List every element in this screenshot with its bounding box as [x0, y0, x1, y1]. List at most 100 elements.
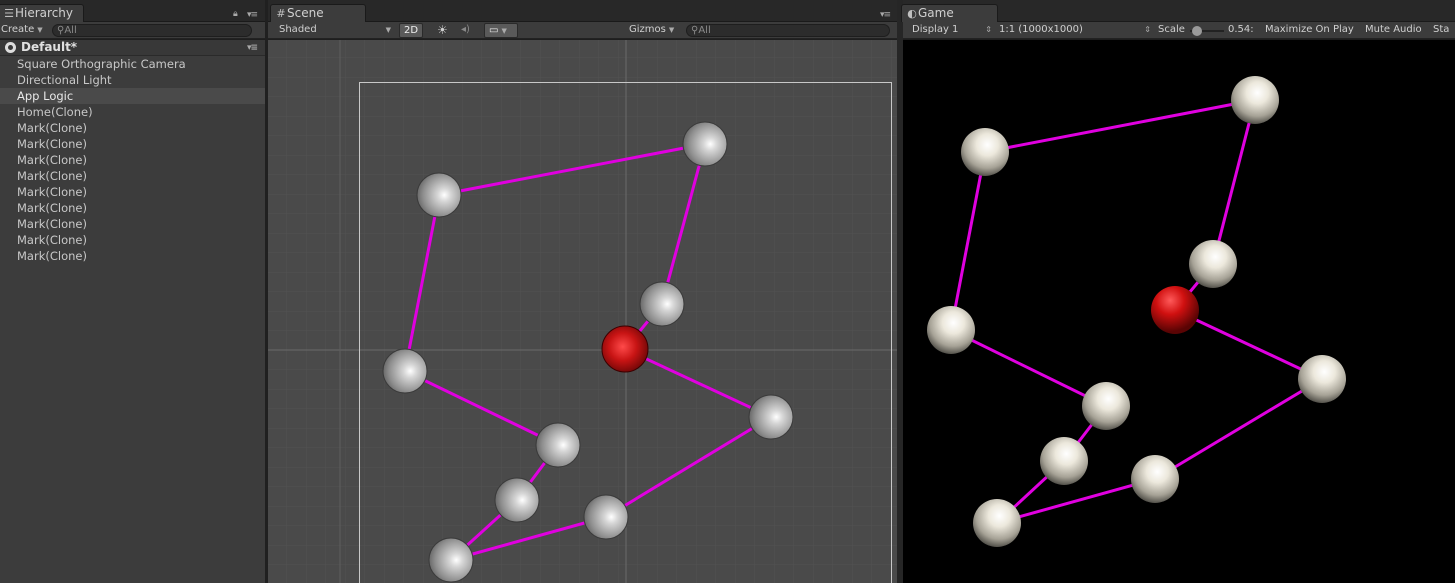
- scene-canvas[interactable]: [268, 40, 897, 583]
- create-label: Create: [1, 24, 35, 35]
- game-toolbar: Display 1 ⇕ 1:1 (1000x1000) ⇕ Scale 0.54: …: [903, 22, 1455, 39]
- dropdown-arrow-icon: ▼: [668, 26, 675, 34]
- path-segment: [950, 328, 1107, 408]
- path-segment: [1154, 377, 1323, 481]
- hierarchy-item[interactable]: Directional Light: [0, 72, 265, 88]
- hierarchy-tabbar: ☰Hierarchy 🔒︎ ▾≡: [0, 0, 265, 22]
- hierarchy-item[interactable]: Mark(Clone): [0, 200, 265, 216]
- path-segment: [1174, 308, 1323, 381]
- lighting-toggle-icon[interactable]: ☀: [437, 22, 448, 39]
- scale-slider[interactable]: [1190, 22, 1224, 39]
- dropdown-arrow-icon: ▼: [385, 26, 391, 34]
- mark-sphere[interactable]: [1189, 240, 1237, 288]
- create-dropdown[interactable]: Create ▼: [1, 22, 43, 39]
- hierarchy-item[interactable]: Mark(Clone): [0, 216, 265, 232]
- scene-row-default[interactable]: Default* ▾≡: [0, 40, 265, 56]
- panel-menu-icon[interactable]: ▾≡: [247, 10, 259, 20]
- scene-search-placeholder: All: [698, 25, 711, 36]
- maximize-on-play-toggle[interactable]: Maximize On Play: [1265, 22, 1354, 39]
- tab-hierarchy-label: Hierarchy: [15, 6, 74, 20]
- hierarchy-item[interactable]: Mark(Clone): [0, 248, 265, 264]
- display-dropdown[interactable]: Display 1 ⇕: [912, 22, 992, 39]
- mark-sphere[interactable]: [927, 306, 975, 354]
- hierarchy-item[interactable]: Home(Clone): [0, 104, 265, 120]
- resolution-dropdown[interactable]: 1:1 (1000x1000) ⇕: [999, 22, 1151, 39]
- hierarchy-toolbar: Create ▼ ⚲All: [0, 22, 265, 39]
- tab-hierarchy[interactable]: ☰Hierarchy: [0, 4, 84, 22]
- scene-panel-menu-icon[interactable]: ▾≡: [880, 10, 892, 20]
- mark-sphere[interactable]: [748, 394, 794, 440]
- dropdown-arrow-icon: ▼: [37, 26, 43, 34]
- hierarchy-item[interactable]: Mark(Clone): [0, 184, 265, 200]
- path-segment: [1211, 99, 1257, 265]
- mark-sphere[interactable]: [1298, 355, 1346, 403]
- hierarchy-item[interactable]: Mark(Clone): [0, 120, 265, 136]
- scene-search-input[interactable]: ⚲All: [686, 24, 890, 37]
- grid-icon: #: [276, 7, 286, 20]
- mark-sphere[interactable]: [382, 348, 428, 394]
- mark-sphere[interactable]: [973, 499, 1021, 547]
- hierarchy-search-input[interactable]: ⚲All: [52, 24, 252, 37]
- effects-toggle-icon[interactable]: ▭ ▼: [484, 23, 518, 38]
- scene-tabbar: #Scene ▾≡: [268, 0, 897, 22]
- tab-scene[interactable]: #Scene: [270, 4, 366, 22]
- gizmos-label: Gizmos: [629, 24, 666, 35]
- resolution-label: 1:1 (1000x1000): [999, 24, 1083, 35]
- hierarchy-item[interactable]: Mark(Clone): [0, 136, 265, 152]
- mark-sphere[interactable]: [1131, 455, 1179, 503]
- gizmos-dropdown[interactable]: Gizmos ▼: [629, 22, 674, 39]
- hierarchy-search-placeholder: All: [64, 25, 77, 36]
- scene-viewport[interactable]: [268, 40, 897, 583]
- hierarchy-item[interactable]: App Logic: [0, 88, 265, 104]
- hierarchy-list: Default* ▾≡ Square Orthographic Camera Di…: [0, 40, 265, 583]
- tab-game-label: Game: [918, 6, 954, 20]
- mark-sphere[interactable]: [535, 422, 581, 468]
- audio-toggle-icon[interactable]: ◂): [461, 22, 470, 39]
- hierarchy-item[interactable]: Mark(Clone): [0, 168, 265, 184]
- home-sphere[interactable]: [1151, 286, 1199, 334]
- pacman-icon: ◐: [907, 7, 917, 20]
- dropdown-arrow-icon: ▼: [501, 27, 507, 35]
- updown-arrow-icon: ⇕: [985, 25, 992, 34]
- mark-sphere[interactable]: [1231, 76, 1279, 124]
- path-segment: [949, 151, 987, 331]
- stats-toggle[interactable]: Sta: [1433, 22, 1449, 39]
- hierarchy-item[interactable]: Mark(Clone): [0, 152, 265, 168]
- mark-sphere[interactable]: [1082, 382, 1130, 430]
- hierarchy-item[interactable]: Mark(Clone): [0, 232, 265, 248]
- home-sphere[interactable]: [601, 325, 649, 373]
- mark-sphere[interactable]: [682, 121, 728, 167]
- mark-sphere[interactable]: [428, 537, 474, 583]
- game-tabbar: ◐Game: [901, 0, 1455, 22]
- mark-sphere[interactable]: [961, 128, 1009, 176]
- shading-mode-dropdown[interactable]: Shaded ▼: [279, 22, 391, 39]
- scene-name: Default*: [21, 40, 78, 54]
- scene-toolbar: Shaded ▼ 2D ☀ ◂) ▭ ▼ Gizmos ▼ ⚲All: [268, 22, 897, 39]
- scene-grid: [268, 40, 897, 583]
- scale-value: 0.54:: [1228, 24, 1254, 35]
- mark-sphere[interactable]: [1040, 437, 1088, 485]
- unity-scene-icon: [5, 42, 16, 53]
- mute-audio-toggle[interactable]: Mute Audio: [1365, 22, 1422, 39]
- game-viewport[interactable]: [903, 40, 1455, 583]
- updown-arrow-icon: ⇕: [1144, 25, 1151, 34]
- lock-icon[interactable]: 🔒︎: [233, 9, 238, 19]
- hierarchy-item[interactable]: Square Orthographic Camera: [0, 56, 265, 72]
- game-spheres: [927, 76, 1346, 547]
- mark-sphere[interactable]: [583, 494, 629, 540]
- display-label: Display 1: [912, 24, 959, 35]
- mark-sphere[interactable]: [639, 281, 685, 327]
- scale-label: Scale: [1158, 24, 1185, 35]
- game-canvas[interactable]: [903, 40, 1455, 583]
- tab-scene-label: Scene: [287, 6, 324, 20]
- mode-2d-toggle[interactable]: 2D: [399, 23, 424, 38]
- game-path-lines: [949, 98, 1323, 525]
- mark-sphere[interactable]: [494, 477, 540, 523]
- shading-mode-label: Shaded: [279, 24, 317, 35]
- path-segment: [984, 98, 1256, 154]
- mark-sphere[interactable]: [416, 172, 462, 218]
- list-icon: ☰: [4, 7, 14, 20]
- tab-game[interactable]: ◐Game: [901, 4, 998, 22]
- scene-menu-icon[interactable]: ▾≡: [247, 43, 259, 53]
- scale-slider-thumb[interactable]: [1192, 26, 1202, 36]
